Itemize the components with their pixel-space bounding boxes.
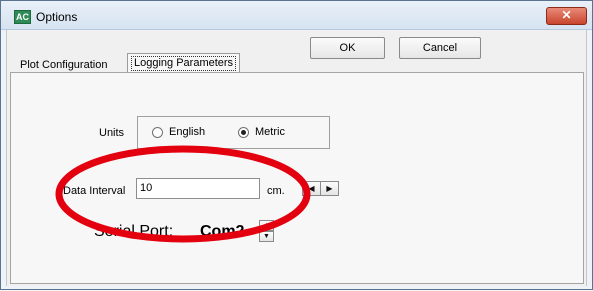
serial-port-up-button[interactable]: ▲ [259, 220, 274, 231]
english-radio-label[interactable]: English [169, 126, 205, 138]
data-interval-input[interactable]: 10 [136, 178, 260, 199]
tab-label: Plot Configuration [20, 59, 108, 71]
logging-parameters-panel: Units English Metric Data Interval 10 cm… [10, 72, 584, 284]
metric-radio-label[interactable]: Metric [255, 126, 285, 138]
serial-port-value[interactable]: Com2 [200, 223, 244, 241]
title-bar[interactable]: AC Options ✕ [1, 1, 592, 30]
data-interval-unit: cm. [267, 185, 285, 197]
tab-label: Logging Parameters [131, 56, 237, 71]
metric-radio[interactable] [238, 127, 249, 138]
interval-decrease-button[interactable]: ◀ [302, 181, 321, 196]
units-label: Units [99, 127, 125, 139]
tab-logging-parameters[interactable]: Logging Parameters [127, 53, 241, 73]
data-interval-label: Data Interval [63, 185, 126, 197]
cancel-button[interactable]: Cancel [399, 37, 481, 59]
window-title: Options [36, 10, 78, 24]
serial-port-down-button[interactable]: ▼ [259, 231, 274, 242]
english-radio[interactable] [152, 127, 163, 138]
serial-port-label: Serial Port: [94, 223, 174, 240]
options-window: AC Options ✕ OK Cancel Plot Configuratio… [0, 0, 593, 290]
interval-increase-button[interactable]: ▶ [320, 181, 339, 196]
app-logo-icon: AC [14, 10, 31, 24]
close-button[interactable]: ✕ [546, 7, 587, 25]
units-group: English Metric [137, 116, 330, 149]
dialog-client-area: OK Cancel Plot Configuration Logging Par… [6, 30, 587, 286]
ok-button[interactable]: OK [310, 37, 385, 59]
